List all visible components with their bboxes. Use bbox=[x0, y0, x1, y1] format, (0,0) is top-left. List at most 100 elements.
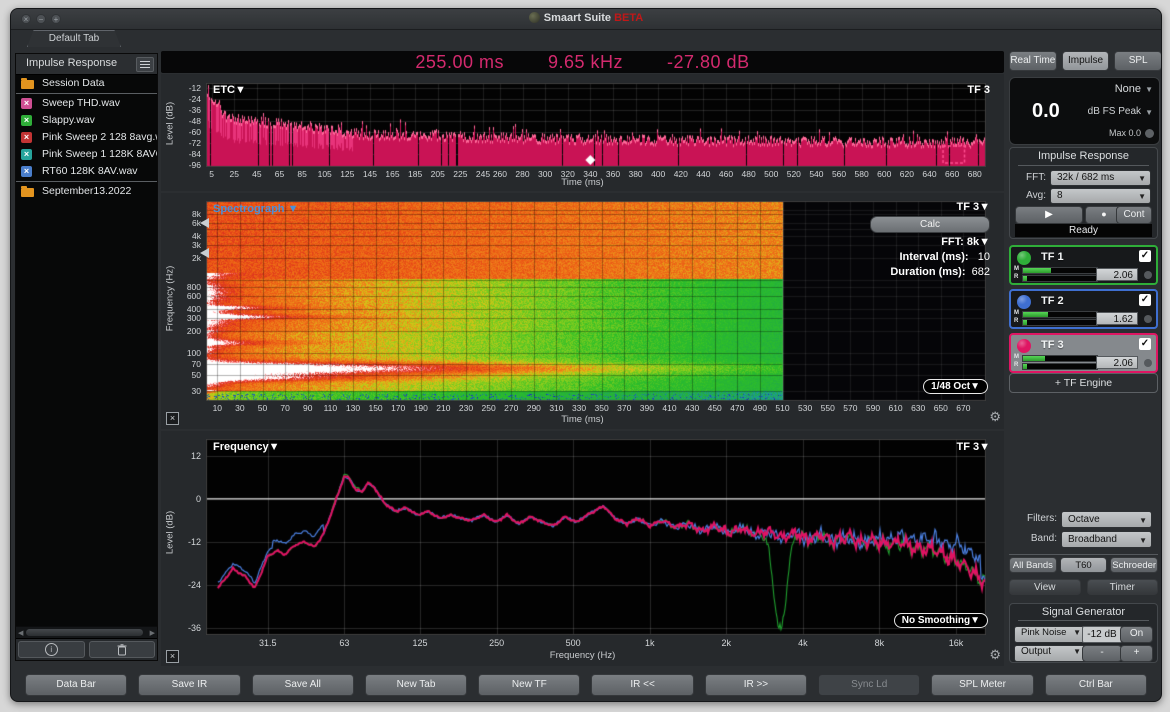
avg-dropdown[interactable]: 8 ▼ bbox=[1050, 188, 1151, 204]
spectrograph-marker-icon[interactable] bbox=[200, 248, 209, 258]
tf-engine-1[interactable]: TF 1 ✓ M R 2.06 bbox=[1009, 245, 1158, 285]
frequency-tf-selector[interactable]: TF 3▼ bbox=[956, 441, 990, 453]
delete-button[interactable] bbox=[88, 641, 155, 658]
filters-dropdown[interactable]: Octave ▼ bbox=[1061, 511, 1152, 528]
spectrograph-tf-selector[interactable]: TF 3▼ bbox=[870, 201, 990, 213]
dropdown-arrow-icon: ▼ bbox=[1145, 108, 1153, 117]
spl-meter-button[interactable]: SPL Meter bbox=[931, 674, 1034, 696]
spectrograph-type-selector[interactable]: Spectrograph ▼ bbox=[213, 203, 298, 215]
spectrograph-marker-icon[interactable] bbox=[200, 218, 209, 228]
generator-routing-dropdown[interactable]: Output ▼ bbox=[1014, 645, 1086, 662]
dropdown-arrow-icon: ▼ bbox=[970, 381, 980, 392]
ctrl-bar-button[interactable]: Ctrl Bar bbox=[1044, 674, 1147, 696]
tf-color-indicator[interactable] bbox=[1017, 251, 1031, 265]
tf-engine-3[interactable]: TF 3 ✓ M R 2.06 bbox=[1009, 333, 1158, 373]
generator-on-button[interactable]: On bbox=[1120, 626, 1153, 643]
frequency-plot[interactable] bbox=[206, 439, 986, 635]
tf-enable-checkbox[interactable]: ✓ bbox=[1139, 250, 1151, 262]
meter-max-reset-button[interactable] bbox=[1145, 129, 1154, 138]
scroll-right-icon[interactable]: ▶ bbox=[150, 629, 155, 637]
spectrograph-x-tick: 290 bbox=[526, 403, 541, 413]
tf-track-button[interactable] bbox=[1144, 271, 1152, 279]
tab-default[interactable]: Default Tab bbox=[27, 30, 121, 47]
meter-input-selector[interactable]: None bbox=[1115, 83, 1141, 95]
sidebar-scrollbar[interactable]: ◀ ▶ bbox=[16, 627, 157, 638]
close-pane-icon[interactable]: × bbox=[166, 650, 179, 663]
data-bar-button[interactable]: Data Bar bbox=[25, 674, 128, 696]
view-timer-row: View Timer bbox=[1009, 579, 1158, 595]
frequency-type-selector[interactable]: Frequency▼ bbox=[213, 441, 280, 453]
spectrograph-fft-selector[interactable]: FFT: 8k▼ bbox=[870, 236, 990, 248]
gear-icon[interactable]: ⚙ bbox=[989, 647, 1001, 663]
generator-level-field[interactable]: -12 dB bbox=[1082, 626, 1122, 643]
all-bands-button[interactable]: All Bands bbox=[1009, 557, 1057, 573]
sidebar-item-pink-sweep-2-128-8avg-wav[interactable]: Pink Sweep 2 128 8avg.wav× bbox=[16, 129, 157, 146]
add-tf-engine-button[interactable]: + TF Engine bbox=[1009, 373, 1158, 393]
spectrograph-x-tick: 350 bbox=[594, 403, 609, 413]
octave-resolution-selector[interactable]: 1/48 Oct▼ bbox=[923, 379, 988, 394]
mode-real-time-button[interactable]: Real Time bbox=[1009, 51, 1057, 71]
gear-icon[interactable]: ⚙ bbox=[989, 409, 1001, 425]
tf-enable-checkbox[interactable]: ✓ bbox=[1139, 294, 1151, 306]
meter-channel-label: R bbox=[1014, 318, 1019, 324]
etc-x-tick: 500 bbox=[764, 169, 779, 179]
new-tf-button[interactable]: New TF bbox=[478, 674, 581, 696]
sidebar-item-pink-sweep-1-128k-8avg-wav[interactable]: Pink Sweep 1 128K 8AVG.wav× bbox=[16, 146, 157, 163]
ir--button[interactable]: IR >> bbox=[704, 674, 808, 696]
etc-y-tick: -48 bbox=[188, 115, 201, 126]
frequency-pane: Frequency▼ TF 3▼ No Smoothing▼ Level (dB… bbox=[161, 431, 1004, 666]
sidebar-item-session-data[interactable]: Session Data bbox=[16, 75, 157, 92]
generator-minus-button[interactable]: - bbox=[1082, 645, 1122, 662]
tf-engine-2[interactable]: TF 2 ✓ M R 1.62 bbox=[1009, 289, 1158, 329]
etc-y-tick: -84 bbox=[188, 149, 201, 160]
etc-plot[interactable] bbox=[206, 83, 986, 167]
scroll-left-icon[interactable]: ◀ bbox=[18, 629, 23, 637]
title-bar[interactable]: × − + Smaart Suite BETA bbox=[11, 9, 1161, 30]
play-icon: ▶ bbox=[1045, 209, 1053, 220]
tf-track-button[interactable] bbox=[1144, 359, 1152, 367]
mode-impulse-button[interactable]: Impulse bbox=[1061, 51, 1110, 71]
generator-plus-button[interactable]: + bbox=[1120, 645, 1153, 662]
calc-button[interactable]: Calc bbox=[870, 216, 990, 233]
continuous-button[interactable]: Cont bbox=[1116, 206, 1152, 224]
meter-max-label[interactable]: Max 0.0 bbox=[1109, 128, 1141, 138]
save-all-button[interactable]: Save All bbox=[251, 674, 354, 696]
sidebar-item-rt60-128k-8av-wav[interactable]: RT60 128K 8AV.wav × bbox=[16, 163, 157, 180]
sidebar-item-sweep-thd-wav[interactable]: Sweep THD.wav × bbox=[16, 95, 157, 112]
tf-delay-value[interactable]: 2.06 bbox=[1096, 268, 1138, 281]
ir--button[interactable]: IR << bbox=[591, 674, 694, 696]
timer-button[interactable]: Timer bbox=[1086, 579, 1158, 595]
tf-track-button[interactable] bbox=[1144, 315, 1152, 323]
tf-color-indicator[interactable] bbox=[1017, 295, 1031, 309]
save-ir-button[interactable]: Save IR bbox=[138, 674, 241, 696]
mode-spl-button[interactable]: SPL bbox=[1114, 51, 1161, 71]
smoothing-selector[interactable]: No Smoothing▼ bbox=[893, 613, 988, 628]
tf-delay-value[interactable]: 1.62 bbox=[1096, 312, 1138, 325]
etc-x-tick: 5 bbox=[209, 169, 215, 179]
tf-delay-value[interactable]: 2.06 bbox=[1096, 356, 1138, 369]
play-button[interactable]: ▶ bbox=[1015, 206, 1083, 224]
fft-dropdown[interactable]: 32k / 682 ms ▼ bbox=[1050, 170, 1151, 186]
band-dropdown[interactable]: Broadband ▼ bbox=[1061, 531, 1152, 548]
meter-unit-selector[interactable]: dB FS Peak bbox=[1088, 106, 1141, 117]
spectrograph-plot[interactable] bbox=[206, 201, 986, 401]
tf-enable-checkbox[interactable]: ✓ bbox=[1139, 338, 1151, 350]
sync-ld-button[interactable]: Sync Ld bbox=[818, 674, 921, 696]
sidebar-item-slappy-wav[interactable]: Slappy.wav × bbox=[16, 112, 157, 129]
tf-color-indicator[interactable] bbox=[1017, 339, 1031, 353]
scrollbar-thumb[interactable] bbox=[26, 629, 143, 636]
frequency-x-tick: 31.5 bbox=[259, 638, 277, 648]
t60-button[interactable]: T60 bbox=[1059, 557, 1108, 573]
generator-source-dropdown[interactable]: Pink Noise ▼ bbox=[1014, 626, 1086, 643]
info-button[interactable]: i bbox=[18, 641, 85, 658]
view-button[interactable]: View bbox=[1009, 579, 1081, 595]
signal-generator-box: Signal Generator Pink Noise ▼ -12 dB On O… bbox=[1009, 603, 1158, 663]
hamburger-menu-icon[interactable] bbox=[136, 57, 154, 72]
sidebar-item-september13-2022[interactable]: September13.2022 bbox=[16, 183, 157, 200]
spectrograph-x-tick: 330 bbox=[571, 403, 587, 413]
schroeder-button[interactable]: Schroeder bbox=[1110, 557, 1159, 573]
etc-tf-label[interactable]: TF 3 bbox=[967, 84, 990, 96]
new-tab-button[interactable]: New Tab bbox=[364, 674, 468, 696]
etc-plot-type-selector[interactable]: ETC▼ bbox=[213, 84, 246, 96]
close-pane-icon[interactable]: × bbox=[166, 412, 179, 425]
